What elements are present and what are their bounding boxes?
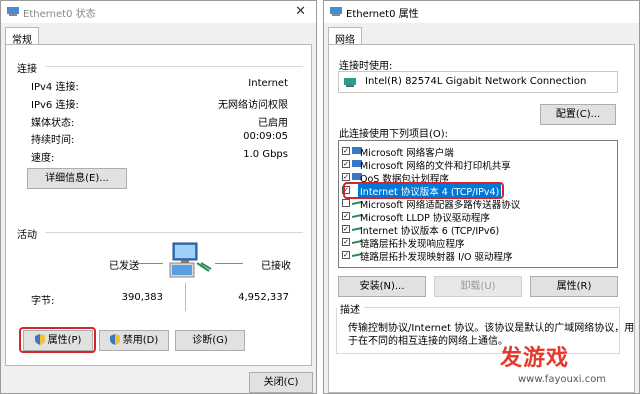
ipv4-value: Internet — [248, 78, 288, 89]
components-list[interactable]: ✓ Microsoft 网络客户端 ✓ Microsoft 网络的文件和打印机共… — [338, 140, 618, 268]
list-item[interactable]: ✓ Microsoft LLDP 协议驱动程序 — [339, 210, 617, 224]
network-adapter-icon — [344, 78, 356, 87]
duration-value: 00:09:05 — [243, 131, 288, 142]
tab-networking[interactable]: 网络 — [328, 27, 362, 46]
connect-using-label: 连接时使用: — [339, 61, 393, 72]
checkbox[interactable]: ✓ — [342, 212, 350, 220]
properties-window-title: Ethernet0 属性 — [346, 9, 419, 20]
activity-section-title: 活动 — [17, 230, 37, 241]
bytes-received-value: 4,952,337 — [238, 292, 289, 303]
description-line-2: 于在不同的相互连接的网络上通信。 — [348, 336, 508, 347]
network-computers-icon — [169, 242, 212, 278]
divider — [364, 307, 620, 308]
speed-label: 速度: — [31, 153, 55, 164]
site-watermark: 发游戏 www.fayouxi.com — [500, 340, 640, 394]
install-button[interactable]: 安装(N)... — [338, 276, 426, 297]
status-window-title: Ethernet0 状态 — [23, 9, 96, 20]
watermark-url: www.fayouxi.com — [518, 374, 607, 385]
checkbox[interactable]: ✓ — [342, 147, 350, 155]
list-item[interactable]: ✓ Microsoft 网络客户端 — [339, 145, 617, 159]
received-line — [215, 263, 243, 264]
close-icon[interactable]: ✕ — [295, 4, 306, 19]
bytes-label: 字节: — [31, 296, 55, 307]
list-item[interactable]: ✓ 链路层拓扑发现映射器 I/O 驱动程序 — [339, 249, 617, 263]
network-adapter-icon — [330, 7, 342, 16]
adapter-name: Intel(R) 82574L Gigabit Network Connecti… — [365, 76, 587, 87]
disable-button[interactable]: 禁用(D) — [99, 330, 169, 351]
ipv4-label: IPv4 连接: — [31, 82, 79, 93]
media-state-value: 已启用 — [258, 118, 288, 129]
sent-label: 已发送 — [109, 261, 139, 272]
checkbox[interactable]: ✓ — [342, 160, 350, 168]
properties-titlebar: Ethernet0 属性 — [324, 1, 639, 23]
connection-section-title: 连接 — [17, 64, 37, 75]
status-window: Ethernet0 状态 ✕ 常规 连接 IPv4 连接: Internet I… — [0, 0, 317, 394]
close-button[interactable]: 关闭(C) — [249, 372, 313, 393]
status-titlebar: Ethernet0 状态 ✕ — [1, 1, 316, 23]
shield-icon — [109, 334, 120, 345]
media-state-label: 媒体状态: — [31, 118, 75, 129]
list-item[interactable]: ✓ Internet 协议版本 6 (TCP/IPv6) — [339, 223, 617, 237]
duration-label: 持续时间: — [31, 135, 75, 146]
highlight-ipv4-item — [343, 182, 504, 199]
tab-general[interactable]: 常规 — [5, 27, 39, 46]
ipv6-value: 无网络访问权限 — [218, 100, 288, 111]
checkbox[interactable]: ✓ — [342, 173, 350, 181]
sent-line — [137, 263, 163, 264]
ipv6-label: IPv6 连接: — [31, 100, 79, 111]
list-item[interactable]: ✓ Microsoft 网络的文件和打印机共享 — [339, 158, 617, 172]
list-item[interactable]: ✓ 链路层拓扑发现响应程序 — [339, 236, 617, 250]
divider — [45, 66, 303, 67]
diagnose-button[interactable]: 诊断(G) — [175, 330, 245, 351]
adapter-field: Intel(R) 82574L Gigabit Network Connecti… — [338, 71, 618, 93]
checkbox[interactable]: ✓ — [342, 251, 350, 259]
activity-divider — [185, 283, 186, 311]
network-adapter-icon — [7, 7, 19, 16]
watermark-logo: 发游戏 — [500, 346, 570, 371]
checkbox[interactable]: ✓ — [342, 238, 350, 246]
highlight-properties-button — [19, 327, 96, 353]
checkbox[interactable] — [342, 199, 350, 207]
details-button[interactable]: 详细信息(E)... — [27, 168, 127, 189]
configure-button[interactable]: 配置(C)... — [540, 104, 616, 125]
received-label: 已接收 — [261, 261, 291, 272]
properties-r-button[interactable]: 属性(R) — [530, 276, 618, 297]
speed-value: 1.0 Gbps — [243, 149, 288, 160]
checkbox[interactable]: ✓ — [342, 225, 350, 233]
uninstall-button: 卸载(U) — [434, 276, 522, 297]
items-label: 此连接使用下列项目(O): — [339, 129, 449, 140]
bytes-sent-value: 390,383 — [121, 292, 163, 303]
disable-button-label: 禁用(D) — [122, 335, 159, 346]
divider — [45, 232, 303, 233]
